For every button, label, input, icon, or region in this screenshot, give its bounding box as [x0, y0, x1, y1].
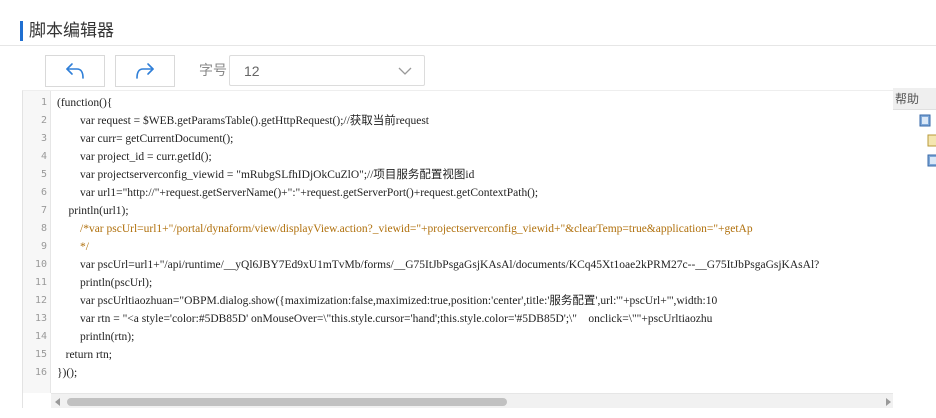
undo-button[interactable]	[45, 55, 105, 87]
title-accent-bar	[20, 21, 23, 41]
code-line[interactable]: var url1="http://"+request.getServerName…	[57, 184, 538, 202]
help-panel-title: 帮助	[893, 88, 936, 110]
code-line[interactable]: var projectserverconfig_viewid = "mRubgS…	[57, 166, 474, 184]
line-number: 6	[40, 187, 47, 198]
code-line[interactable]: var request = $WEB.getParamsTable().getH…	[57, 112, 429, 130]
scroll-right-arrow-icon[interactable]	[886, 398, 891, 406]
undo-icon	[66, 63, 84, 79]
line-number: 10	[34, 259, 47, 270]
line-number: 1	[40, 97, 47, 108]
line-number: 4	[40, 151, 47, 162]
code-line[interactable]: println(rtn);	[57, 328, 134, 346]
code-line[interactable]: var pscUrl=url1+"/api/runtime/__yQl6JBY7…	[57, 256, 819, 274]
book-icon[interactable]	[919, 114, 931, 127]
line-number: 16	[34, 367, 47, 378]
book-icon[interactable]	[927, 154, 936, 167]
redo-button[interactable]	[115, 55, 175, 87]
code-editor[interactable]: 1 2 3 4 5 6 7 8 9 10 11 12 13 14 15 16 (…	[22, 90, 894, 408]
line-number: 7	[40, 205, 47, 216]
page-title: 脚本编辑器	[29, 21, 114, 41]
font-size-select[interactable]: 12	[229, 55, 425, 86]
line-number: 14	[34, 331, 47, 342]
code-line[interactable]: return rtn;	[57, 346, 112, 364]
line-number: 13	[34, 313, 47, 324]
page-icon[interactable]	[927, 134, 936, 147]
line-number: 2	[40, 115, 47, 126]
line-number: 9	[40, 241, 47, 252]
title-bar: 脚本编辑器	[0, 0, 936, 46]
line-number: 15	[34, 349, 47, 360]
line-number: 3	[40, 133, 47, 144]
line-number: 11	[34, 277, 47, 288]
code-line[interactable]: /*var pscUrl=url1+"/portal/dynaform/view…	[57, 220, 753, 238]
code-line[interactable]: println(pscUrl);	[57, 274, 152, 292]
line-number: 5	[40, 169, 47, 180]
scrollbar-thumb[interactable]	[67, 398, 507, 406]
scroll-left-arrow-icon[interactable]	[55, 398, 60, 406]
horizontal-scrollbar[interactable]	[51, 393, 894, 408]
script-editor-page: 脚本编辑器 字号 12 1 2 3 4 5 6 7 8 9 10 11 12 1…	[0, 0, 936, 418]
help-panel: 帮助	[893, 88, 936, 418]
code-line[interactable]: })();	[57, 364, 77, 382]
chevron-down-icon	[398, 67, 412, 75]
line-number: 8	[40, 223, 47, 234]
redo-icon	[136, 63, 154, 79]
code-line[interactable]: var curr= getCurrentDocument();	[57, 130, 233, 148]
font-size-value: 12	[244, 63, 260, 79]
font-size-label: 字号	[199, 63, 227, 79]
code-line[interactable]: */	[57, 238, 89, 256]
code-line[interactable]: var pscUrltiaozhuan="OBPM.dialog.show({m…	[57, 292, 717, 310]
code-line[interactable]: var project_id = curr.getId();	[57, 148, 212, 166]
code-line[interactable]: (function(){	[57, 94, 112, 112]
code-line[interactable]: println(url1);	[57, 202, 129, 220]
code-line[interactable]: var rtn = "<a style='color:#5DB85D' onMo…	[57, 310, 712, 328]
line-number-gutter: 1 2 3 4 5 6 7 8 9 10 11 12 13 14 15 16	[23, 91, 51, 393]
line-number: 12	[34, 295, 47, 306]
